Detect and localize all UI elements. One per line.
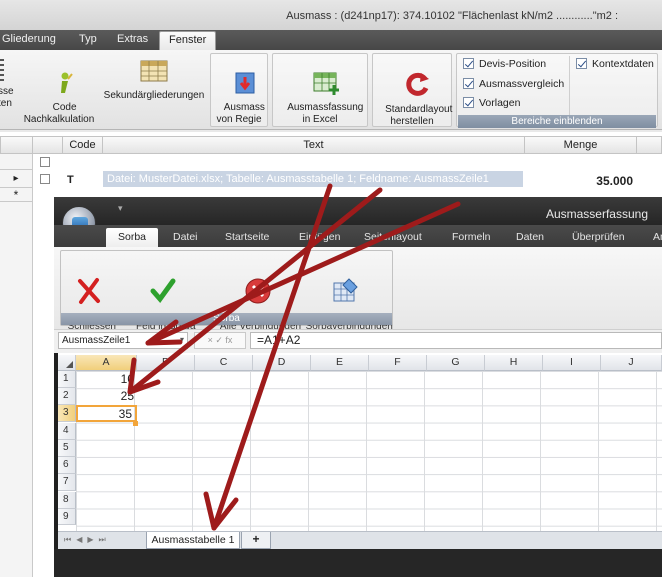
arrow-to-namebox — [145, 201, 461, 346]
annotation-arrows — [127, 183, 461, 531]
arrow-to-cells — [127, 187, 383, 395]
arrow-to-sheet-tab — [211, 183, 333, 531]
